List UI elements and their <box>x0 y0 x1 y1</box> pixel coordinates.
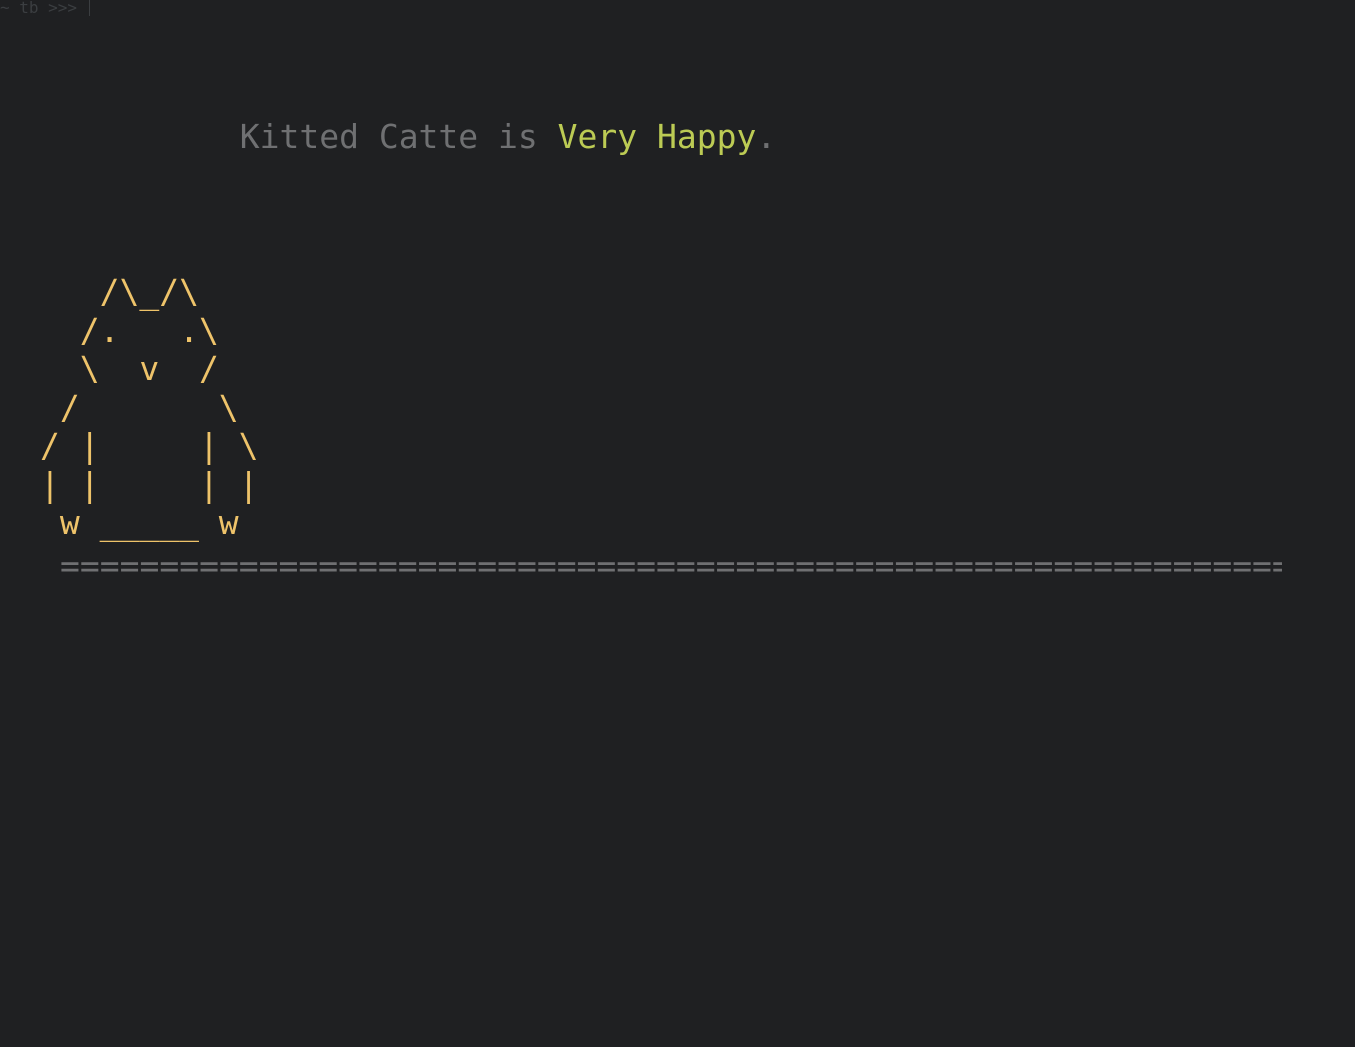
status-verb: is <box>498 117 538 156</box>
prompt-text: ~ tb >>> <box>0 0 78 17</box>
cat-ascii-art: /\_/\ /. .\ \ v / / \ / | | \ | | | | w … <box>40 272 259 542</box>
text-cursor <box>89 0 91 16</box>
terminal-prompt[interactable]: ~ tb >>> <box>0 0 91 18</box>
status-punctuation: . <box>756 117 777 156</box>
pet-status-line: Kitted Catte is Very Happy. <box>200 74 776 158</box>
ground-divider: ========================================… <box>60 547 1282 585</box>
pet-name: Kitted Catte <box>239 117 479 156</box>
pet-mood: Very Happy <box>557 117 757 156</box>
